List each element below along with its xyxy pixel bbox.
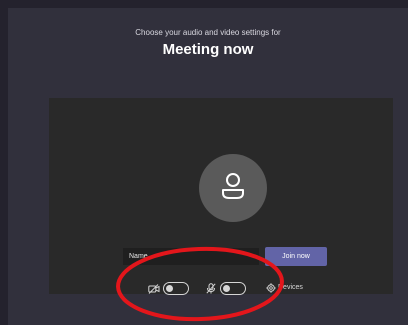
name-input[interactable] — [123, 248, 259, 265]
gear-icon[interactable] — [266, 283, 276, 293]
subtitle: Choose your audio and video settings for — [135, 28, 281, 37]
join-now-button[interactable]: Join now — [265, 247, 327, 266]
microphone-toggle[interactable] — [220, 282, 246, 295]
microphone-toggle-knob — [223, 284, 230, 292]
avatar — [199, 154, 267, 222]
mic-off-icon — [206, 283, 216, 294]
video-preview: Join now Devi — [49, 98, 393, 295]
camera-toggle-knob — [166, 284, 173, 292]
camera-toggle[interactable] — [163, 282, 189, 295]
pre-join-screen: Choose your audio and video settings for… — [8, 8, 408, 325]
meeting-title: Meeting now — [162, 41, 254, 58]
devices-button[interactable]: Devices — [278, 284, 303, 291]
camera-off-icon — [148, 284, 160, 294]
person-icon — [222, 173, 244, 199]
